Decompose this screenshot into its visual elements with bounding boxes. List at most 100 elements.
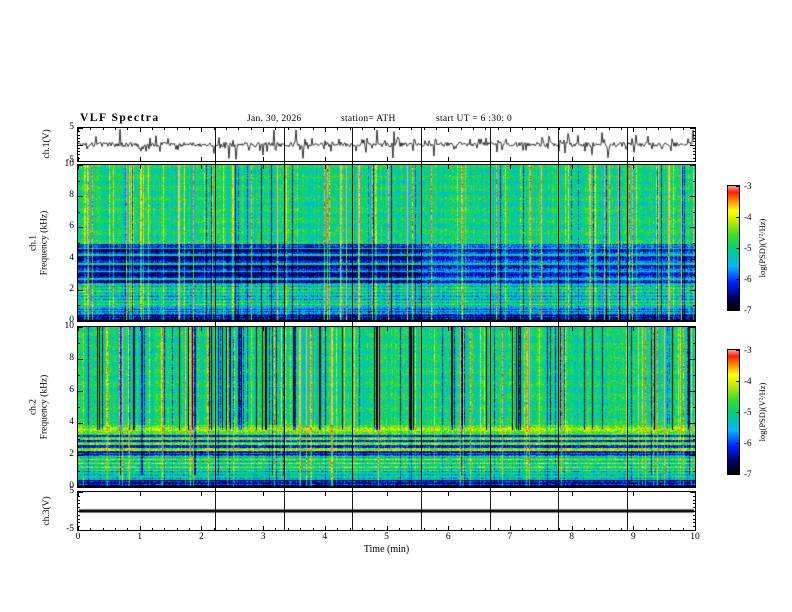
x-tick-mark — [633, 165, 634, 169]
y-tick-mark — [690, 196, 695, 197]
colorbar-tick-mark — [736, 474, 740, 475]
y-tick-mark — [690, 145, 695, 146]
colorbar-tick-mark — [736, 381, 740, 382]
colorbar-tick-mark — [736, 186, 740, 187]
y-tick-label: 4 — [69, 252, 74, 263]
x-minor-tick-mark — [460, 128, 462, 130]
y-tick-mark — [78, 343, 80, 344]
colorbar-tick-label: -7 — [744, 469, 752, 479]
y-tick-mark — [690, 227, 695, 228]
y-tick-mark — [78, 455, 83, 456]
x-minor-tick-mark — [90, 128, 92, 130]
segment-boundary-line — [351, 128, 353, 530]
x-minor-tick-mark — [127, 528, 129, 530]
y-tick-label: 8 — [69, 353, 74, 363]
x-tick-mark — [510, 492, 511, 496]
y-tick-mark — [78, 471, 80, 472]
y-tick-mark — [693, 375, 695, 376]
x-tick-mark — [510, 327, 511, 331]
ch3-waveform-ylabel: ch.3(V) — [42, 496, 53, 525]
x-minor-tick-mark — [115, 528, 116, 530]
y-tick-mark — [78, 391, 83, 392]
x-tick-mark — [78, 327, 79, 331]
y-tick-label: 8 — [69, 190, 74, 201]
x-minor-tick-mark — [349, 128, 351, 130]
x-tick-mark — [201, 317, 202, 321]
y-tick-mark — [690, 391, 695, 392]
x-tick-mark — [201, 327, 202, 331]
x-minor-tick-mark — [152, 528, 153, 530]
x-minor-tick-mark — [411, 128, 413, 130]
ch3-waveform-panel — [77, 491, 696, 531]
y-tick-mark — [78, 519, 80, 520]
x-minor-tick-mark — [658, 528, 659, 530]
x-minor-tick-mark — [102, 128, 104, 130]
x-minor-tick-mark — [534, 528, 536, 530]
colorbar-tick-mark — [736, 279, 740, 280]
x-minor-tick-mark — [472, 528, 474, 530]
x-tick-mark — [325, 526, 326, 530]
x-tick-mark — [263, 526, 264, 530]
x-tick-mark — [448, 128, 449, 132]
ch2-spectrogram-panel — [77, 326, 696, 488]
x-tick-mark — [325, 492, 326, 496]
x-tick-mark — [78, 526, 79, 530]
colorbar-ch1-label: log(PSD)(V²/Hz) — [757, 218, 767, 278]
x-tick-mark — [325, 165, 326, 169]
x-tick-mark — [448, 327, 449, 331]
x-minor-tick-mark — [398, 528, 400, 530]
x-minor-tick-mark — [275, 528, 277, 530]
x-minor-tick-mark — [250, 128, 252, 130]
x-tick-mark — [263, 128, 264, 132]
colorbar-tick-label: -4 — [744, 376, 752, 386]
x-tick-mark — [448, 526, 449, 530]
y-tick-label: 4 — [69, 417, 74, 427]
x-tick-label: 3 — [260, 532, 266, 542]
x-tick-mark — [263, 165, 264, 169]
x-tick-mark — [140, 317, 141, 321]
x-tick-mark — [263, 157, 264, 161]
y-tick-mark — [693, 496, 695, 497]
x-minor-tick-mark — [226, 128, 228, 130]
x-tick-mark — [325, 128, 326, 132]
x-tick-mark — [510, 526, 511, 530]
x-minor-tick-mark — [337, 528, 339, 530]
y-tick-mark — [693, 500, 695, 501]
y-tick-mark — [693, 507, 695, 508]
x-tick-mark — [387, 128, 388, 132]
x-minor-tick-mark — [349, 528, 351, 530]
x-tick-mark — [387, 483, 388, 487]
colorbar-tick-label: -7 — [744, 305, 752, 315]
x-minor-tick-mark — [411, 528, 413, 530]
x-tick-label: 6 — [445, 532, 451, 542]
y-tick-mark — [78, 141, 80, 142]
y-tick-mark — [78, 503, 80, 504]
x-minor-tick-mark — [102, 528, 104, 530]
x-minor-tick-mark — [682, 528, 684, 530]
x-minor-tick-mark — [559, 128, 561, 130]
y-tick-mark — [78, 522, 80, 523]
y-tick-label: 6 — [69, 221, 74, 232]
y-tick-mark — [78, 154, 80, 155]
y-tick-mark — [78, 181, 80, 182]
x-tick-mark — [633, 327, 634, 331]
x-minor-tick-mark — [546, 528, 548, 530]
y-tick-mark — [78, 511, 83, 512]
x-tick-mark — [695, 492, 696, 496]
x-tick-label: 1 — [137, 532, 143, 542]
y-tick-mark — [690, 423, 695, 424]
y-tick-mark — [693, 181, 695, 182]
segment-boundary-line — [421, 128, 423, 530]
x-minor-tick-mark — [226, 528, 228, 530]
y-tick-mark — [690, 455, 695, 456]
y-tick-mark — [693, 274, 695, 275]
y-tick-mark — [78, 359, 83, 360]
y-tick-mark — [78, 439, 80, 440]
y-tick-mark — [693, 343, 695, 344]
x-tick-mark — [78, 317, 79, 321]
x-tick-mark — [387, 327, 388, 331]
y-tick-mark — [78, 151, 80, 152]
y-tick-mark — [78, 135, 80, 136]
x-tick-mark — [633, 526, 634, 530]
y-tick-mark — [693, 212, 695, 213]
